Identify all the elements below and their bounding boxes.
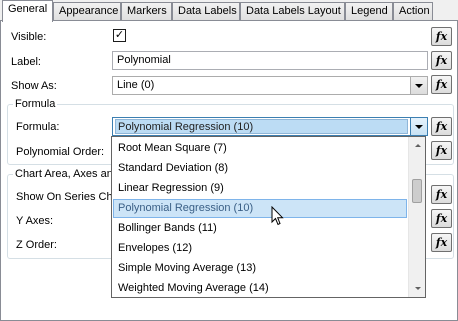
z-order-fx-button[interactable]: fx [431, 233, 452, 252]
formula-dropdown-list[interactable]: Root Mean Square (7) Standard Deviation … [111, 136, 426, 298]
mouse-pointer-icon [271, 206, 284, 226]
tab-appearance[interactable]: Appearance [53, 2, 121, 21]
label-fx-button[interactable]: fx [431, 51, 452, 70]
dropdown-scrollbar[interactable] [408, 137, 425, 297]
formula-group-title: Formula [13, 98, 58, 110]
function-icon: fx [435, 236, 448, 249]
chart-area-group-title: Chart Area, Axes and [13, 168, 121, 180]
dropdown-item[interactable]: Bollinger Bands (11) [113, 219, 407, 238]
dropdown-item[interactable]: Weighted Moving Average (14) [113, 279, 407, 298]
formula-value: Polynomial Regression (10) [115, 119, 408, 134]
function-icon: fx [435, 54, 448, 67]
label-label: Label: [11, 56, 41, 68]
formula-select[interactable]: Polynomial Regression (10) [112, 117, 428, 136]
tab-strip: General Appearance Markers Data Labels D… [0, 0, 458, 22]
dropdown-item[interactable]: Root Mean Square (7) [113, 139, 407, 158]
y-axes-fx-button[interactable]: fx [431, 209, 452, 228]
polynomial-order-fx-button[interactable]: fx [431, 141, 452, 160]
scroll-down-icon[interactable] [409, 280, 426, 297]
dropdown-item[interactable]: Simple Moving Average (13) [113, 259, 407, 278]
tab-action[interactable]: Action [393, 2, 433, 21]
polynomial-order-label: Polynomial Order: [16, 146, 105, 158]
formula-label: Formula: [16, 121, 60, 133]
label-input[interactable]: Polynomial [112, 51, 428, 70]
tab-legend[interactable]: Legend [345, 2, 393, 21]
function-icon: fx [435, 212, 448, 225]
dropdown-item[interactable]: Standard Deviation (8) [113, 159, 407, 178]
dropdown-item-highlighted[interactable]: Polynomial Regression (10) [113, 199, 407, 218]
tab-data-labels-layout[interactable]: Data Labels Layout [240, 2, 345, 21]
show-on-series-fx-button[interactable]: fx [431, 185, 452, 204]
dropdown-item[interactable]: Envelopes (12) [113, 239, 407, 258]
tab-markers[interactable]: Markers [121, 2, 172, 21]
function-icon: fx [435, 144, 448, 157]
show-on-series-label: Show On Series Cha [16, 191, 119, 203]
visible-checkbox[interactable]: ✓ [113, 29, 126, 42]
y-axes-label: Y Axes: [16, 215, 54, 227]
scrollbar-thumb[interactable] [412, 179, 422, 203]
show-as-fx-button[interactable]: fx [431, 75, 452, 94]
function-icon: fx [435, 30, 448, 43]
tab-data-labels[interactable]: Data Labels [172, 2, 240, 21]
chevron-down-icon[interactable] [410, 77, 427, 94]
function-icon: fx [435, 120, 448, 133]
scroll-up-icon[interactable] [409, 137, 426, 154]
z-order-label: Z Order: [16, 239, 57, 251]
chevron-down-icon[interactable] [410, 118, 427, 135]
tab-general[interactable]: General [2, 0, 53, 22]
checkmark-icon: ✓ [114, 29, 125, 41]
show-as-value: Line (0) [117, 79, 155, 91]
show-as-select[interactable]: Line (0) [112, 76, 428, 95]
visible-label: Visible: [11, 31, 47, 43]
function-icon: fx [435, 78, 448, 91]
formula-fx-button[interactable]: fx [431, 117, 452, 136]
function-icon: fx [435, 188, 448, 201]
show-as-label: Show As: [11, 80, 57, 92]
visible-fx-button[interactable]: fx [431, 27, 452, 46]
dropdown-item[interactable]: Linear Regression (9) [113, 179, 407, 198]
